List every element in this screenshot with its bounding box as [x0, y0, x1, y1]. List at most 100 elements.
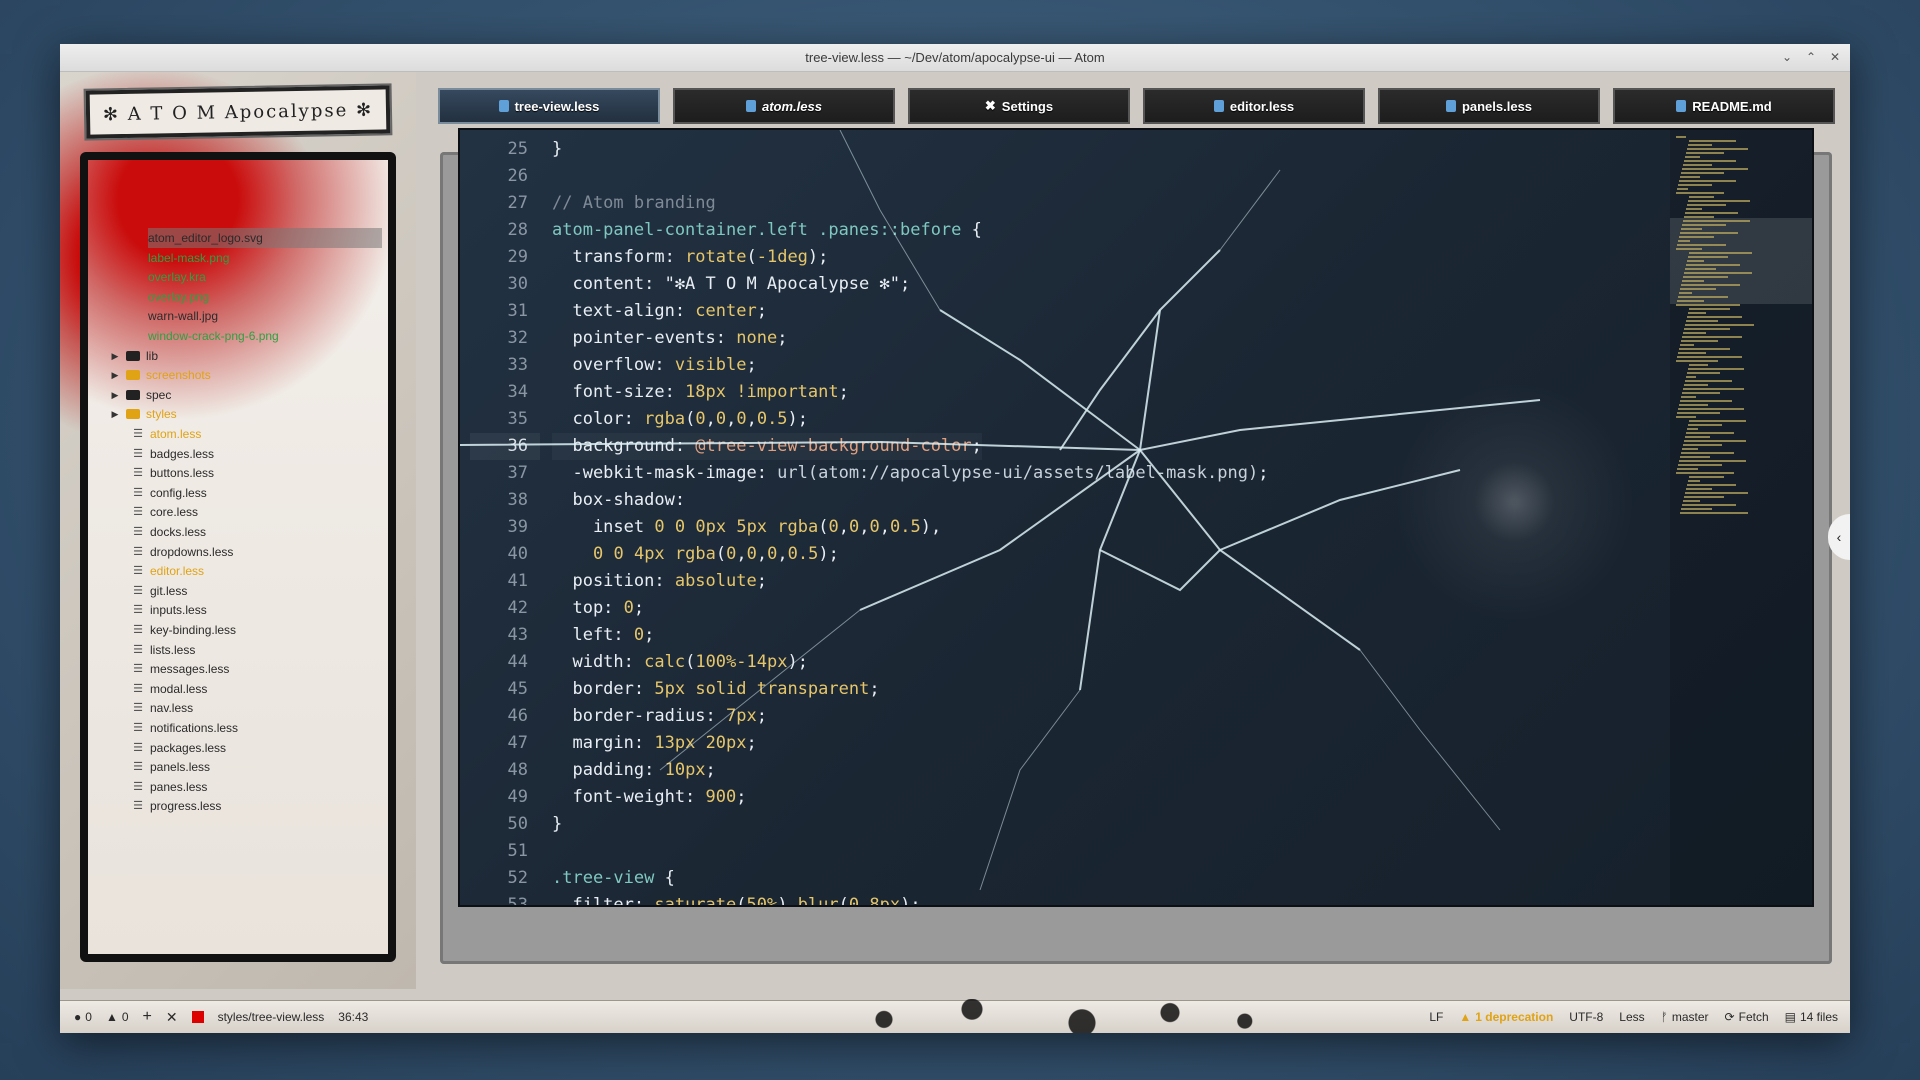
code-line[interactable]: color: rgba(0,0,0,0.5);	[552, 406, 808, 433]
code-line[interactable]: atom-panel-container.left .panes::before…	[552, 217, 982, 244]
add-icon[interactable]: +	[143, 1008, 152, 1026]
code-line[interactable]: font-weight: 900;	[552, 784, 746, 811]
tab-editor-less[interactable]: editor.less	[1143, 88, 1365, 124]
code-line[interactable]: filter: saturate(50%) blur(0.8px);	[552, 892, 920, 905]
tree-file[interactable]: ☰ atom.less	[132, 424, 201, 444]
file-path[interactable]: styles/tree-view.less	[218, 1010, 325, 1024]
cursor-position[interactable]: 36:43	[338, 1010, 368, 1024]
code-line[interactable]: -webkit-mask-image: url(atom://apocalyps…	[552, 460, 1268, 487]
branch-icon: ᚠ	[1660, 1010, 1668, 1024]
code-line[interactable]: }	[552, 811, 562, 838]
tree-file[interactable]: ☰ modal.less	[132, 679, 207, 699]
tree-file[interactable]: ☰ editor.less	[132, 561, 204, 581]
code-line[interactable]: width: calc(100%-14px);	[552, 649, 807, 676]
code-line[interactable]: background: @tree-view-background-color;	[552, 433, 982, 460]
tree-item-label: atom_editor_logo.svg	[148, 231, 263, 245]
line-number: 37	[507, 463, 528, 483]
close-icon[interactable]: ✕	[1828, 48, 1842, 66]
text-editor[interactable]: 25 26 27 28 29 30 31 32 33 34 35 36 37 38 39 40 41 42 43 44…	[458, 128, 1814, 907]
tab-atom-less[interactable]: atom.less	[673, 88, 895, 124]
code-line[interactable]: left: 0;	[552, 622, 654, 649]
minimap-line	[1678, 240, 1690, 242]
minimap[interactable]	[1670, 130, 1812, 905]
close-icon[interactable]: ✕	[166, 1009, 178, 1026]
tree-file[interactable]: ☰ key-binding.less	[132, 620, 236, 640]
tree-folder[interactable]: ▶ spec	[110, 385, 172, 405]
code-line[interactable]: top: 0;	[552, 595, 644, 622]
minimap-line	[1676, 192, 1724, 194]
deprecation-indicator[interactable]: ▲ 1 deprecation	[1459, 1010, 1553, 1024]
tree-item-label: atom.less	[150, 427, 202, 441]
tab-panels-less[interactable]: panels.less	[1378, 88, 1600, 124]
tree-file[interactable]: ☰ packages.less	[132, 738, 226, 758]
minimap-line	[1679, 292, 1692, 294]
code-line[interactable]: // Atom branding	[552, 190, 716, 217]
code-line[interactable]: border: 5px solid transparent;	[552, 676, 879, 703]
minimap-line	[1677, 300, 1704, 302]
fetch-button[interactable]: ⟳ Fetch	[1725, 1010, 1769, 1024]
tree-file[interactable]: ☰ badges.less	[132, 444, 214, 464]
warnings-indicator[interactable]: ▲ 0	[106, 1010, 129, 1024]
tab-tree-view-less[interactable]: tree-view.less	[438, 88, 660, 124]
tree-item-label: key-binding.less	[150, 623, 237, 637]
tree-file[interactable]: window-crack-png-6.png	[148, 326, 279, 346]
code-line[interactable]: margin: 13px 20px;	[552, 730, 756, 757]
tree-file[interactable]: ☰ buttons.less	[132, 463, 214, 483]
git-branch[interactable]: ᚠ master	[1661, 1010, 1709, 1024]
minimap-line	[1687, 260, 1704, 262]
line-number: 35	[507, 409, 528, 429]
tree-file[interactable]: ☰ core.less	[132, 502, 198, 522]
encoding[interactable]: UTF-8	[1569, 1010, 1603, 1024]
code-line[interactable]: }	[552, 136, 562, 163]
minimize-icon[interactable]: ⌄	[1780, 48, 1794, 66]
tree-file[interactable]: label-mask.png	[148, 248, 229, 268]
code-line[interactable]: padding: 10px;	[552, 757, 715, 784]
changed-files[interactable]: ▤ 14 files	[1785, 1010, 1838, 1024]
tree-item-label: lists.less	[150, 642, 196, 657]
code-line[interactable]: font-size: 18px !important;	[552, 379, 848, 406]
tree-file[interactable]: ☰ notifications.less	[132, 718, 238, 738]
code-line[interactable]: border-radius: 7px;	[552, 703, 767, 730]
maximize-icon[interactable]: ⌃	[1804, 48, 1818, 66]
code-line[interactable]: transform: rotate(-1deg);	[552, 244, 828, 271]
tree-file[interactable]: ☰ lists.less	[132, 640, 195, 660]
minimap-line	[1688, 424, 1722, 426]
tab-bar: tree-view.less atom.less ✖ Settings editor.l…	[438, 88, 1848, 128]
code-line[interactable]: pointer-events: none;	[552, 325, 787, 352]
tree-folder[interactable]: ▶ styles	[110, 404, 177, 424]
code-line[interactable]: position: absolute;	[552, 568, 767, 595]
code-line[interactable]: .tree-view {	[552, 865, 675, 892]
tab-settings[interactable]: ✖ Settings	[908, 88, 1130, 124]
tree-file[interactable]: ☰ nav.less	[132, 698, 193, 718]
code-line[interactable]: inset 0 0 0px 5px rgba(0,0,0,0.5),	[552, 514, 941, 541]
code-line[interactable]: text-align: center;	[552, 298, 767, 325]
code-line[interactable]: box-shadow:	[552, 487, 685, 514]
tab-readme-md[interactable]: README.md	[1613, 88, 1835, 124]
tree-file[interactable]: ☰ docks.less	[132, 522, 206, 542]
tree-file[interactable]: ☰ panes.less	[132, 777, 207, 797]
errors-indicator[interactable]: ● 0	[74, 1010, 92, 1024]
tree-file[interactable]: ☰ progress.less	[132, 796, 221, 816]
line-ending[interactable]: LF	[1429, 1010, 1443, 1024]
grammar[interactable]: Less	[1619, 1010, 1644, 1024]
file-icon: ☰	[133, 545, 143, 558]
tree-file[interactable]: ☰ messages.less	[132, 659, 229, 679]
tree-file[interactable]: ☰ inputs.less	[132, 600, 207, 620]
tree-file[interactable]: ☰ panels.less	[132, 757, 210, 777]
code-line[interactable]: overflow: visible;	[552, 352, 756, 379]
code-line[interactable]: 0 0 4px rgba(0,0,0,0.5);	[552, 541, 839, 568]
atom-apocalypse-brand: ✻ A T O M Apocalypse ✻	[83, 83, 393, 141]
tree-file[interactable]: warn-wall.jpg	[148, 306, 218, 326]
tree-file[interactable]: ☰ config.less	[132, 483, 207, 503]
tree-file[interactable]: ☰ git.less	[132, 581, 187, 601]
tree-item-label: overlay.png	[148, 289, 210, 304]
tree-folder[interactable]: ▶ screenshots	[110, 365, 211, 385]
tree-file[interactable]: atom_editor_logo.svg	[148, 228, 382, 248]
tree-file[interactable]: ☰ dropdowns.less	[132, 542, 233, 562]
minimap-line	[1689, 252, 1752, 254]
tree-folder[interactable]: ▶ lib	[110, 346, 158, 366]
code-line[interactable]: content: "✻A T O M Apocalypse ✻";	[552, 271, 910, 298]
tree-file[interactable]: overlay.png	[148, 287, 209, 307]
tree-file[interactable]: overlay.kra	[148, 267, 206, 287]
file-icon: ☰	[133, 467, 143, 480]
